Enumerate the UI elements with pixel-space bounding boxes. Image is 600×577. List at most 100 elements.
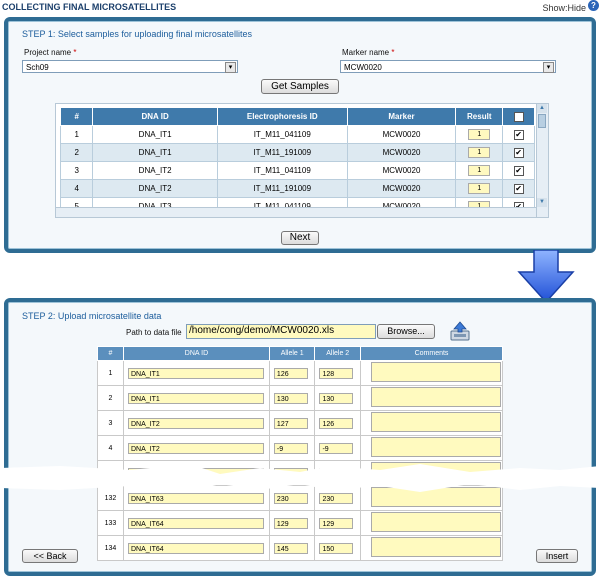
allele1-input[interactable]: 130 xyxy=(273,392,308,404)
result-cell: 1 xyxy=(455,161,504,180)
comments-input[interactable] xyxy=(371,437,501,457)
col-electrophoresis-id[interactable]: Electrophoresis ID xyxy=(216,107,348,126)
row-number: 2 xyxy=(59,143,94,162)
chevron-down-icon[interactable]: ▾ xyxy=(225,62,236,73)
browse-button[interactable]: Browse... xyxy=(377,324,435,339)
row-number: 3 xyxy=(59,161,94,180)
show-hide-toggle[interactable]: Show:Hide xyxy=(542,3,586,13)
table-row[interactable]: 4 DNA_IT2 IT_M11_191009 MCW0020 1 ✔ xyxy=(59,179,535,198)
col-result[interactable]: Result xyxy=(455,107,504,126)
dna-id-input[interactable]: DNA_IT1 xyxy=(127,367,264,379)
dna-id-cell: DNA_IT1 xyxy=(122,360,270,386)
col-dna-id[interactable]: DNA ID xyxy=(92,107,218,126)
dna-id-cell: DNA_IT64 xyxy=(122,535,270,561)
allele2-input[interactable]: 150 xyxy=(319,542,354,554)
path-label: Path to data file xyxy=(126,328,182,337)
allele2-cell: 128 xyxy=(314,360,361,386)
allele1-cell: 145 xyxy=(268,535,316,561)
comments-input[interactable] xyxy=(371,412,501,432)
row-checkbox[interactable]: ✔ xyxy=(513,183,524,194)
result-input[interactable]: 1 xyxy=(468,165,491,176)
row-number: 2 xyxy=(97,385,124,411)
row-checkbox-cell: ✔ xyxy=(502,161,535,180)
allele2-input[interactable]: 129 xyxy=(319,517,354,529)
horizontal-scrollbar[interactable] xyxy=(56,207,536,217)
table-row[interactable]: 1 DNA_IT1 IT_M11_041109 MCW0020 1 ✔ xyxy=(59,125,535,144)
comments-cell xyxy=(360,435,503,461)
project-label: Project name * xyxy=(24,48,77,57)
hide-link[interactable]: Hide xyxy=(567,3,586,13)
vertical-scrollbar[interactable]: ▲ ▼ xyxy=(536,104,548,217)
comments-input[interactable] xyxy=(371,512,501,532)
allele2-input[interactable]: 128 xyxy=(319,367,354,379)
allele2-cell: 150 xyxy=(314,535,361,561)
row-number: 134 xyxy=(97,535,124,561)
result-input[interactable]: 1 xyxy=(468,147,491,158)
show-link[interactable]: Show xyxy=(542,3,565,13)
data-file-path-input[interactable]: /home/cong/demo/MCW0020.xls xyxy=(186,324,376,339)
comments-input[interactable] xyxy=(371,387,501,407)
torn-divider xyxy=(0,464,600,492)
project-select[interactable]: Sch09 ▾ xyxy=(22,60,238,73)
comments-cell xyxy=(360,360,503,386)
allele2-input[interactable]: 126 xyxy=(319,417,354,429)
dna-id-input[interactable]: DNA_IT2 xyxy=(127,417,264,429)
result-cell: 1 xyxy=(455,179,504,198)
allele2-input[interactable]: -9 xyxy=(319,442,354,454)
dna-id-input[interactable]: DNA_IT2 xyxy=(127,442,264,454)
electrophoresis-id: IT_M11_191009 xyxy=(216,179,348,198)
allele2-cell: -9 xyxy=(314,435,361,461)
allele1-input[interactable]: 126 xyxy=(273,367,308,379)
allele1-cell: 129 xyxy=(268,510,316,536)
scroll-thumb[interactable] xyxy=(538,114,546,128)
allele1-input[interactable]: 145 xyxy=(273,542,308,554)
result-input[interactable]: 1 xyxy=(468,183,491,194)
allele1-input[interactable]: 129 xyxy=(273,517,308,529)
samples-grid: # DNA ID Electrophoresis ID Marker Resul… xyxy=(55,103,549,218)
dna-id-cell: DNA_IT64 xyxy=(122,510,270,536)
get-samples-button[interactable]: Get Samples xyxy=(261,79,339,94)
upload-icon[interactable] xyxy=(448,320,472,342)
col-marker[interactable]: Marker xyxy=(346,107,457,126)
col-allele2: Allele 2 xyxy=(314,346,361,361)
table-row: 134 DNA_IT64 145 150 xyxy=(97,535,503,561)
back-button[interactable]: << Back xyxy=(22,549,78,563)
next-button[interactable]: Next xyxy=(281,231,319,245)
scroll-up-icon[interactable]: ▲ xyxy=(537,104,547,113)
select-all-checkbox[interactable]: ✔ xyxy=(502,107,535,126)
table-row[interactable]: 2 DNA_IT1 IT_M11_191009 MCW0020 1 ✔ xyxy=(59,143,535,162)
col-comments: Comments xyxy=(360,346,503,361)
row-checkbox-cell: ✔ xyxy=(502,179,535,198)
row-checkbox[interactable]: ✔ xyxy=(513,147,524,158)
help-icon[interactable]: ? xyxy=(588,0,599,11)
row-checkbox[interactable]: ✔ xyxy=(513,165,524,176)
marker: MCW0020 xyxy=(346,125,457,144)
row-checkbox[interactable]: ✔ xyxy=(513,129,524,140)
dna-id-input[interactable]: DNA_IT1 xyxy=(127,392,264,404)
allele2-input[interactable]: 130 xyxy=(319,392,354,404)
insert-button[interactable]: Insert xyxy=(536,549,578,563)
dna-id-input[interactable]: DNA_IT64 xyxy=(127,542,264,554)
dna-id-input[interactable]: DNA_IT64 xyxy=(127,517,264,529)
comments-cell xyxy=(360,410,503,436)
comments-cell xyxy=(360,535,503,561)
marker-select[interactable]: MCW0020 ▾ xyxy=(340,60,556,73)
upload-grid: # DNA ID Allele 1 Allele 2 Comments 1 DNA… xyxy=(97,346,503,561)
comments-input[interactable] xyxy=(371,537,501,557)
allele2-cell: 130 xyxy=(314,385,361,411)
electrophoresis-id: IT_M11_041109 xyxy=(216,161,348,180)
table-row: 1 DNA_IT1 126 128 xyxy=(97,360,503,386)
table-row[interactable]: 3 DNA_IT2 IT_M11_041109 MCW0020 1 ✔ xyxy=(59,161,535,180)
comments-input[interactable] xyxy=(371,362,501,382)
result-input[interactable]: 1 xyxy=(468,129,491,140)
row-checkbox-cell: ✔ xyxy=(502,125,535,144)
allele1-input[interactable]: -9 xyxy=(273,442,308,454)
col-number[interactable]: # xyxy=(59,107,94,126)
table-row: 133 DNA_IT64 129 129 xyxy=(97,510,503,536)
scroll-down-icon[interactable]: ▼ xyxy=(537,198,547,207)
chevron-down-icon[interactable]: ▾ xyxy=(543,62,554,73)
allele1-input[interactable]: 127 xyxy=(273,417,308,429)
table-row: 2 DNA_IT1 130 130 xyxy=(97,385,503,411)
dna-id: DNA_IT2 xyxy=(92,179,218,198)
dna-id: DNA_IT2 xyxy=(92,161,218,180)
